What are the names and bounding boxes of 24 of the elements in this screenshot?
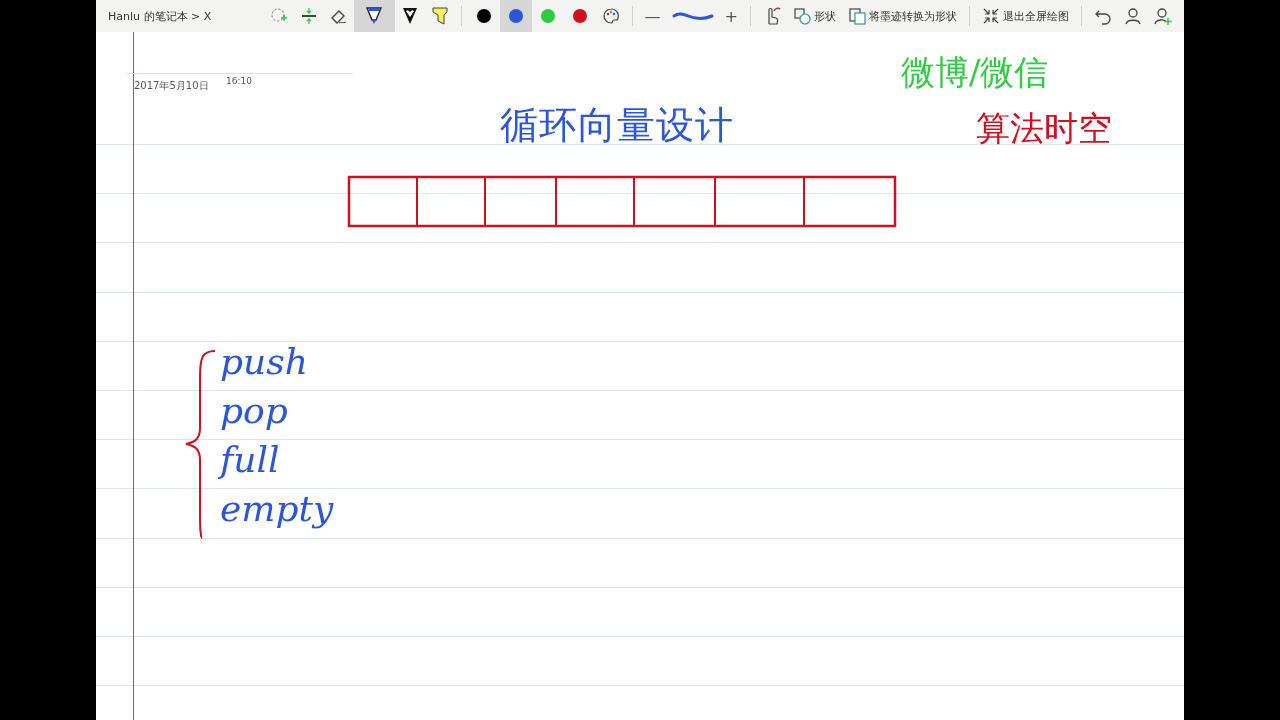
exit-fullscreen-icon (982, 7, 1000, 25)
handwritten-word: empty (220, 487, 334, 531)
person-icon (1124, 7, 1142, 25)
shapes-icon (793, 7, 811, 25)
pen-icon (364, 6, 385, 26)
thinner-button[interactable]: — (638, 0, 667, 32)
page-date: 2017年5月10日 (134, 79, 209, 93)
handwritten-text: 算法时空 (976, 107, 1112, 150)
handwritten-word: push (220, 340, 308, 384)
handwritten-word: pop (220, 389, 288, 433)
breadcrumb[interactable]: Hanlu 的笔记本 > X (108, 8, 212, 24)
handwritten-text: 微博/微信 (901, 51, 1049, 94)
highlighter-icon (429, 6, 450, 26)
palette-icon (601, 7, 620, 25)
toolbar-button[interactable]: 将墨迹转换为形状 (842, 0, 963, 32)
thicker-button[interactable]: + (718, 0, 744, 32)
toolbar-button[interactable]: 形状 (787, 0, 842, 32)
page-time: 16:10 (226, 76, 252, 86)
tool-button[interactable] (353, 0, 395, 32)
color-button[interactable] (499, 0, 532, 32)
add-person-icon (1154, 7, 1172, 25)
handwritten-text: 循环向量设计 (500, 102, 734, 149)
convert-shape-icon (848, 7, 866, 25)
toolbar-button[interactable]: 退出全屏绘图 (976, 0, 1075, 32)
